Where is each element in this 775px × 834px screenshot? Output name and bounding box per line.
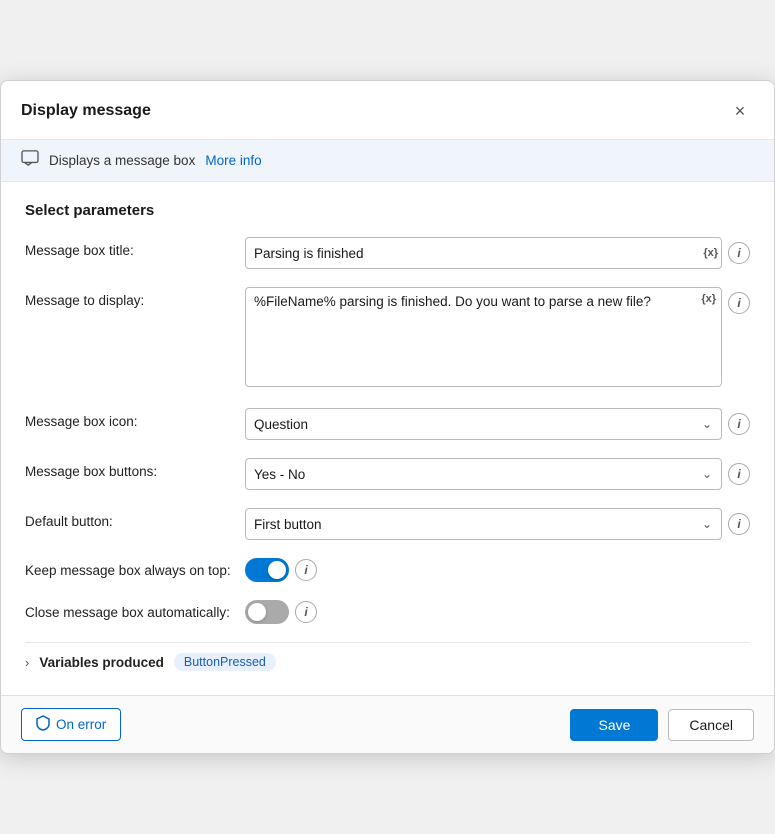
cancel-button[interactable]: Cancel [668,709,754,741]
variables-arrow[interactable]: › [25,655,29,670]
shield-icon [36,715,50,734]
message-box-buttons-select-wrap: OK OK - Cancel Yes - No Yes - No - Cance… [245,458,722,490]
message-box-icon-info-icon[interactable]: i [728,413,750,435]
default-button-select-wrap: First button Second button Third button … [245,508,722,540]
keep-on-top-toggle[interactable] [245,558,289,582]
variables-label[interactable]: Variables produced [39,655,164,670]
keep-on-top-info-icon[interactable]: i [295,559,317,581]
message-box-title-control: {x} i [245,237,750,269]
close-automatically-label: Close message box automatically: [25,605,235,620]
default-button-control: First button Second button Third button … [245,508,750,540]
variable-badge: ButtonPressed [174,653,276,671]
message-box-buttons-control: OK OK - Cancel Yes - No Yes - No - Cance… [245,458,750,490]
section-title: Select parameters [25,202,750,219]
dialog-footer: On error Save Cancel [1,695,774,753]
message-to-display-label: Message to display: [25,287,235,308]
message-box-buttons-label: Message box buttons: [25,458,235,479]
message-box-title-label: Message box title: [25,237,235,258]
banner-text: Displays a message box [49,153,195,168]
message-to-display-textarea-wrap: %FileName% parsing is finished. Do you w… [245,287,722,390]
message-box-icon-select[interactable]: None Information Question Warning Error [245,408,722,440]
close-automatically-row: Close message box automatically: i [25,600,750,624]
close-button[interactable]: × [726,97,754,125]
default-button-info-icon[interactable]: i [728,513,750,535]
close-automatically-info-icon[interactable]: i [295,601,317,623]
message-box-buttons-info-icon[interactable]: i [728,463,750,485]
dialog-header: Display message × [1,81,774,140]
info-banner: Displays a message box More info [1,140,774,182]
default-button-row: Default button: First button Second butt… [25,508,750,540]
message-box-title-info-icon[interactable]: i [728,242,750,264]
default-button-select[interactable]: First button Second button Third button [245,508,722,540]
message-to-display-textarea[interactable]: %FileName% parsing is finished. Do you w… [245,287,722,387]
message-icon [21,150,39,171]
dialog-title: Display message [21,102,151,120]
message-box-title-input[interactable] [245,237,722,269]
close-automatically-toggle-wrap: i [245,600,750,624]
message-box-title-input-wrap: {x} [245,237,722,269]
more-info-link[interactable]: More info [205,153,261,168]
save-button[interactable]: Save [570,709,658,741]
keep-on-top-label: Keep message box always on top: [25,563,235,578]
message-to-display-control: %FileName% parsing is finished. Do you w… [245,287,750,390]
dialog: Display message × Displays a message box… [0,80,775,754]
message-box-icon-select-wrap: None Information Question Warning Error … [245,408,722,440]
message-box-icon-label: Message box icon: [25,408,235,429]
message-to-display-row: Message to display: %FileName% parsing i… [25,287,750,390]
on-error-button[interactable]: On error [21,708,121,741]
keep-on-top-toggle-wrap: i [245,558,750,582]
message-box-title-row: Message box title: {x} i [25,237,750,269]
message-box-buttons-row: Message box buttons: OK OK - Cancel Yes … [25,458,750,490]
default-button-label: Default button: [25,508,235,529]
variables-section: › Variables produced ButtonPressed [25,642,750,685]
message-to-display-var-btn[interactable]: {x} [701,293,716,305]
message-box-title-var-btn[interactable]: {x} [703,247,718,259]
on-error-label: On error [56,717,106,732]
close-automatically-toggle[interactable] [245,600,289,624]
dialog-body: Select parameters Message box title: {x}… [1,182,774,695]
keep-on-top-row: Keep message box always on top: i [25,558,750,582]
message-box-icon-row: Message box icon: None Information Quest… [25,408,750,440]
message-to-display-info-icon[interactable]: i [728,292,750,314]
message-box-buttons-select[interactable]: OK OK - Cancel Yes - No Yes - No - Cance… [245,458,722,490]
message-box-icon-control: None Information Question Warning Error … [245,408,750,440]
footer-right: Save Cancel [570,709,754,741]
